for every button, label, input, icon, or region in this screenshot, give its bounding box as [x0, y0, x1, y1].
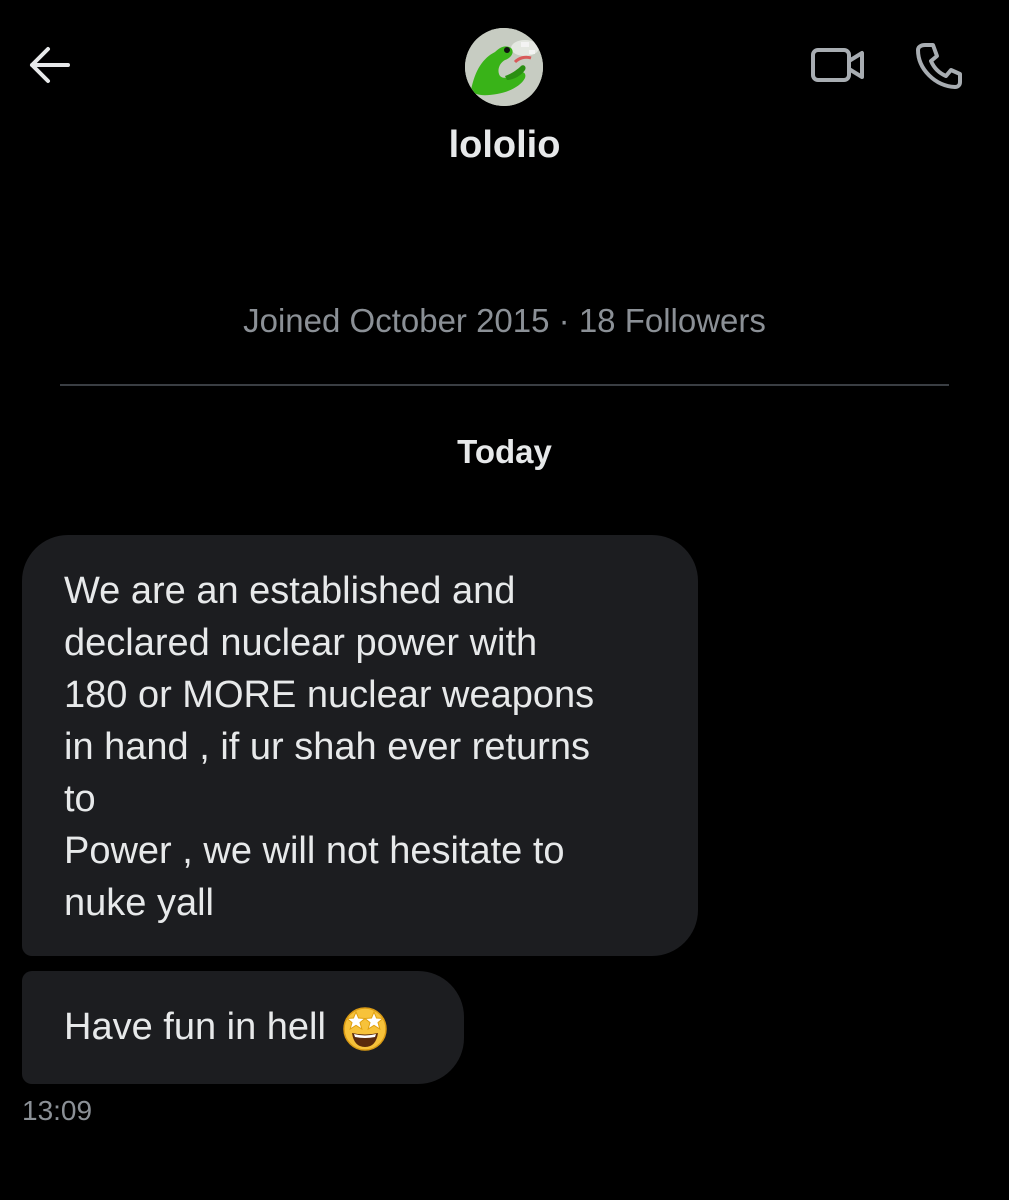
message-line: to — [64, 778, 96, 820]
message-line: Power , we will not hesitate to — [64, 830, 565, 872]
divider — [60, 384, 949, 386]
voice-call-button[interactable] — [910, 40, 966, 94]
phone-icon — [913, 40, 963, 95]
video-call-button[interactable] — [808, 44, 868, 90]
back-button[interactable] — [24, 44, 74, 90]
message-bubble[interactable]: We are an established and declared nucle… — [22, 535, 698, 956]
conversation-username[interactable]: lololio — [0, 124, 1009, 167]
message-bubble[interactable]: Have fun in hell — [22, 971, 464, 1084]
video-camera-icon — [810, 45, 866, 90]
star-struck-emoji-icon — [340, 1003, 390, 1053]
message-line: We are an established and — [64, 570, 516, 612]
message-line: in hand , if ur shah ever returns — [64, 726, 590, 768]
profile-meta: Joined October 2015 · 18 Followers — [243, 302, 766, 339]
message-line: nuke yall — [64, 882, 214, 924]
date-separator: Today — [457, 433, 552, 470]
message-timestamp: 13:09 — [22, 1095, 93, 1126]
message-text: Have fun in hell — [64, 1006, 326, 1048]
message-line: declared nuclear power with — [64, 622, 538, 664]
arrow-left-icon — [26, 45, 72, 90]
message-line: 180 or MORE nuclear weapons — [64, 674, 595, 716]
avatar[interactable] — [465, 28, 543, 106]
